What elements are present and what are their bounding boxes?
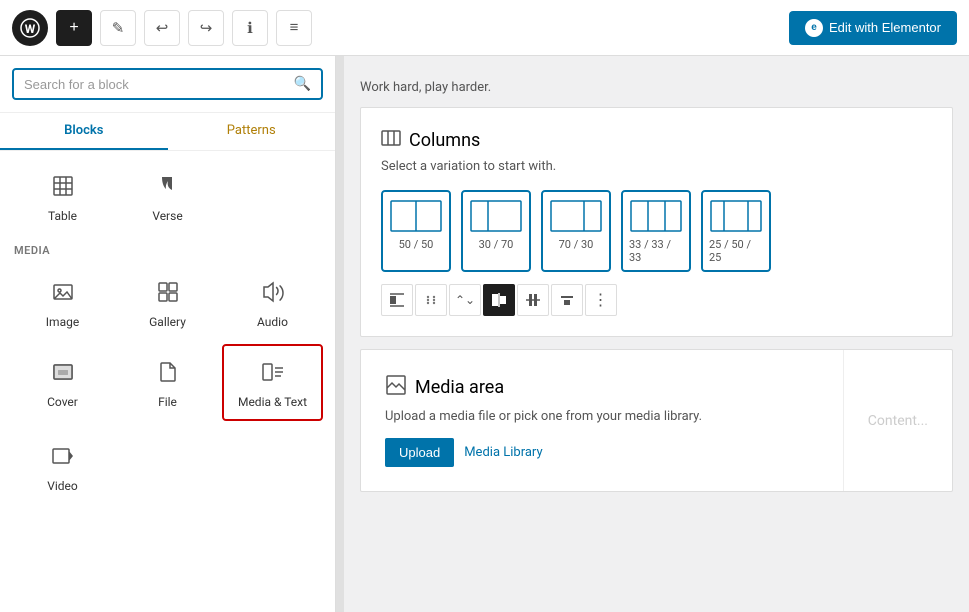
col-option-50-50[interactable]: 50 / 50 — [381, 190, 451, 272]
col-option-33-33-33[interactable]: 33 / 33 / 33 — [621, 190, 691, 272]
block-group-media: Image Gallery Audio Cover — [12, 265, 323, 421]
columns-toolbar: ⌃⌄ ⋮ — [381, 284, 932, 316]
intro-text: Work hard, play harder. — [360, 72, 953, 107]
image-icon — [51, 280, 75, 309]
media-area: Media area Upload a media file or pick o… — [361, 350, 844, 491]
cover-icon — [51, 360, 75, 389]
col-option-30-70[interactable]: 30 / 70 — [461, 190, 531, 272]
toolbar-drag[interactable] — [415, 284, 447, 316]
verse-icon — [156, 174, 180, 203]
search-area: 🔍 — [0, 56, 335, 113]
undo-button[interactable]: ↩ — [144, 10, 180, 46]
block-item-gallery[interactable]: Gallery — [117, 265, 218, 340]
table-icon — [51, 174, 75, 203]
col-label-33-33-33: 33 / 33 / 33 — [629, 238, 683, 264]
gallery-icon — [156, 280, 180, 309]
col-label-25-50-25: 25 / 50 / 25 — [709, 238, 763, 264]
tools-button[interactable]: ≡ — [276, 10, 312, 46]
columns-title: Columns — [409, 130, 480, 151]
block-label-media-text: Media & Text — [238, 395, 307, 409]
search-box: 🔍 — [12, 68, 323, 100]
video-icon — [51, 444, 75, 473]
elementor-icon: e — [805, 19, 823, 37]
sidebar-scrollbar[interactable] — [336, 0, 344, 612]
media-block-header: Media area — [385, 374, 819, 401]
block-item-verse[interactable]: Verse — [117, 159, 218, 234]
block-item-file[interactable]: File — [117, 344, 218, 421]
info-button[interactable]: ℹ — [232, 10, 268, 46]
add-block-button[interactable]: + — [56, 10, 92, 46]
columns-block-header: Columns — [381, 128, 932, 153]
file-icon — [156, 360, 180, 389]
block-label-cover: Cover — [47, 395, 78, 409]
block-label-table: Table — [48, 209, 77, 223]
block-label-gallery: Gallery — [149, 315, 186, 329]
block-item-table[interactable]: Table — [12, 159, 113, 234]
toolbar-align-left[interactable] — [381, 284, 413, 316]
block-label-image: Image — [46, 315, 79, 329]
search-icon: 🔍 — [294, 76, 311, 92]
block-item-cover[interactable]: Cover — [12, 344, 113, 421]
search-input[interactable] — [24, 77, 286, 92]
toolbar-text-top[interactable] — [551, 284, 583, 316]
tab-patterns[interactable]: Patterns — [168, 113, 336, 150]
tab-bar: Blocks Patterns — [0, 113, 335, 151]
col-option-70-30[interactable]: 70 / 30 — [541, 190, 611, 272]
media-library-link[interactable]: Media Library — [464, 445, 542, 460]
col-option-25-50-25[interactable]: 25 / 50 / 25 — [701, 190, 771, 272]
col-label-30-70: 30 / 70 — [479, 238, 514, 251]
redo-button[interactable]: ↪ — [188, 10, 224, 46]
blocks-list: Table Verse MEDIA Image — [0, 151, 335, 612]
block-label-audio: Audio — [257, 315, 288, 329]
svg-text:W: W — [25, 22, 36, 36]
upload-button[interactable]: Upload — [385, 438, 454, 467]
block-item-image[interactable]: Image — [12, 265, 113, 340]
block-item-media-text[interactable]: Media & Text — [222, 344, 323, 421]
media-section-label: MEDIA — [12, 244, 323, 257]
toolbar-align-wide[interactable] — [517, 284, 549, 316]
edit-with-elementor-button[interactable]: e Edit with Elementor — [789, 11, 957, 45]
media-content-placeholder: Content... — [844, 350, 952, 491]
edit-icon-button[interactable]: ✎ — [100, 10, 136, 46]
columns-subtitle: Select a variation to start with. — [381, 159, 932, 174]
block-label-video: Video — [47, 479, 78, 493]
audio-icon — [261, 280, 285, 309]
block-item-video[interactable]: Video — [12, 429, 113, 504]
toolbar-more-options[interactable]: ⋮ — [585, 284, 617, 316]
media-block-title: Media area — [415, 377, 504, 398]
col-label-50-50: 50 / 50 — [399, 238, 434, 251]
block-label-file: File — [158, 395, 177, 409]
block-label-verse: Verse — [152, 209, 182, 223]
block-item-audio[interactable]: Audio — [222, 265, 323, 340]
toolbar-move-up-down[interactable]: ⌃⌄ — [449, 284, 481, 316]
toolbar-align-content-active[interactable] — [483, 284, 515, 316]
media-text-block-card: Media area Upload a media file or pick o… — [360, 349, 953, 492]
columns-block-card: Columns Select a variation to start with… — [360, 107, 953, 337]
topbar: W + ✎ ↩ ↪ ℹ ≡ e Edit with Elementor — [0, 0, 969, 56]
column-options: 50 / 50 30 / 70 70 / 30 — [381, 190, 932, 272]
sidebar: 🔍 Blocks Patterns Table Verse MEDIA — [0, 56, 336, 612]
block-group-video: Video — [12, 429, 323, 504]
block-group-text: Table Verse — [12, 159, 323, 234]
main-canvas: Work hard, play harder. Columns Select a… — [344, 56, 969, 612]
media-area-icon — [385, 374, 407, 401]
columns-icon — [381, 128, 401, 153]
media-block-buttons: Upload Media Library — [385, 438, 819, 467]
media-text-icon — [261, 360, 285, 389]
tab-blocks[interactable]: Blocks — [0, 113, 168, 150]
media-block-description: Upload a media file or pick one from you… — [385, 409, 819, 424]
wp-logo[interactable]: W — [12, 10, 48, 46]
col-label-70-30: 70 / 30 — [559, 238, 594, 251]
